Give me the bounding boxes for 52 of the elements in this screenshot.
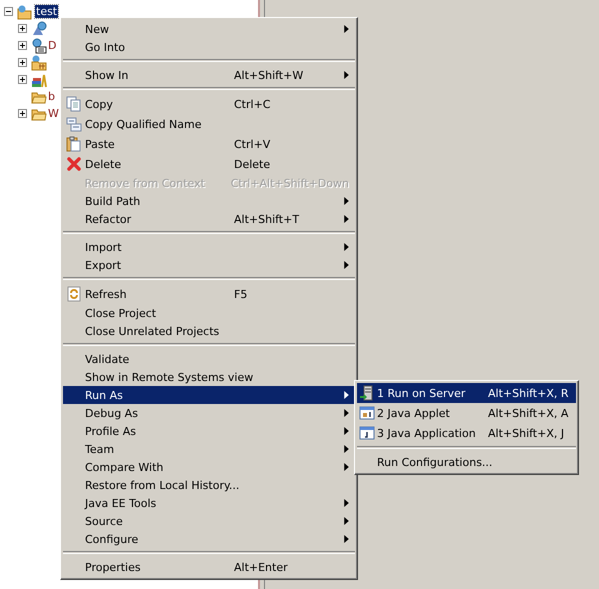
window-icon [359,405,375,421]
expand-icon[interactable] [18,24,27,33]
menu-item[interactable]: Build Path [63,192,355,210]
menu-item[interactable]: Team [63,440,355,458]
menu-item[interactable]: Export [63,256,355,274]
menu-item[interactable]: Close Project [63,304,355,322]
menu-item[interactable]: Close Unrelated Projects [63,322,355,340]
tree-item-label[interactable]: test [35,5,58,18]
menu-item[interactable]: Run Configurations... [357,453,576,471]
expand-icon[interactable] [18,109,27,118]
menu-item[interactable]: 2 Java Applet Alt+Shift+X, A [357,403,576,423]
menu-item[interactable]: Refresh F5 [63,284,355,304]
clipboard-icon [66,136,82,152]
window-icon [359,425,375,441]
menu-item[interactable]: Properties Alt+Enter [63,558,355,576]
server-icon [359,385,375,401]
documents-icon [66,116,82,132]
tree-item-label[interactable]: W [47,107,60,120]
project-folder-icon [17,4,33,20]
folder-icon [31,54,47,70]
menu-item[interactable]: Debug As [63,404,355,422]
menu-item[interactable]: Validate [63,350,355,368]
menu-item[interactable]: Compare With [63,458,355,476]
globe-icon [31,20,47,36]
menu-item[interactable]: Show In Alt+Shift+W [63,66,355,84]
menu-item[interactable]: Import [63,238,355,256]
delete-icon [66,156,82,172]
menu-item[interactable]: 3 Java Application Alt+Shift+X, J [357,423,576,443]
menu-item[interactable]: New [63,20,355,38]
menu-item[interactable]: Go Into [63,38,355,56]
documents-icon [66,96,82,112]
menu-item[interactable]: Run As [63,386,355,404]
menu-item[interactable]: Copy Ctrl+C [63,94,355,114]
globe-icon [31,38,47,54]
menu-item[interactable]: Show in Remote Systems view [63,368,355,386]
refresh-icon [66,286,82,302]
menu-item[interactable]: Configure [63,530,355,548]
menu-item[interactable]: Profile As [63,422,355,440]
menu-item[interactable]: 1 Run on Server Alt+Shift+X, R [357,383,576,403]
menu-item[interactable]: Java EE Tools [63,494,355,512]
menu-item[interactable]: Delete Delete [63,154,355,174]
expand-icon[interactable] [18,75,27,84]
tree-item-label[interactable]: b [47,90,56,103]
expand-icon[interactable] [18,58,27,67]
menu-item[interactable]: Restore from Local History... [63,476,355,494]
tree-item-label[interactable]: D [47,39,58,52]
menu-item[interactable]: Paste Ctrl+V [63,134,355,154]
menu-item[interactable]: Source [63,512,355,530]
menu-item[interactable]: Copy Qualified Name [63,114,355,134]
menu-item[interactable]: Refactor Alt+Shift+T [63,210,355,228]
expand-icon[interactable] [18,41,27,50]
collapse-icon[interactable] [4,7,13,16]
